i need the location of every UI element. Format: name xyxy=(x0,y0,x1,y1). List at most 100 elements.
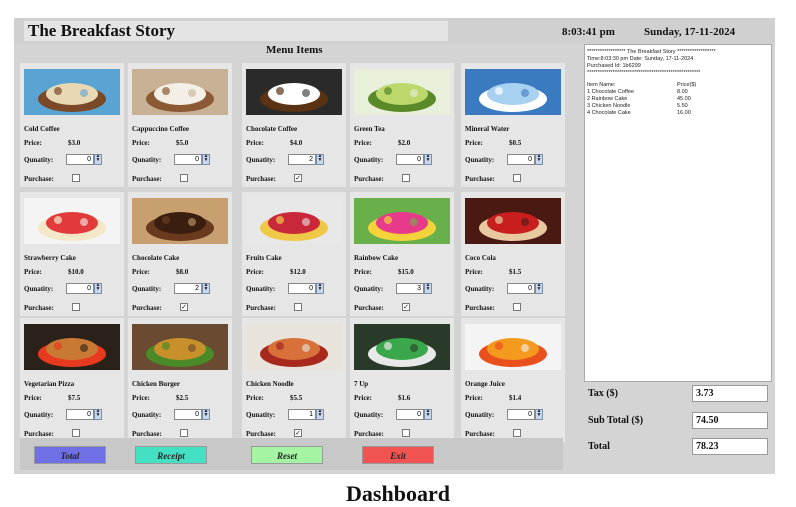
item-name: Coco Cola xyxy=(465,254,496,262)
quantity-stepper[interactable]: ▲ ▼ xyxy=(94,154,102,165)
quantity-stepper[interactable]: ▲ ▼ xyxy=(202,154,210,165)
menu-item-card: Mineral Water Price: $0.5 Qunatity: 0 ▲ ▼… xyxy=(461,63,565,187)
purchase-checkbox[interactable] xyxy=(180,174,188,182)
purchase-checkbox[interactable] xyxy=(402,429,410,437)
purchase-checkbox[interactable] xyxy=(513,303,521,311)
quantity-stepper[interactable]: ▲ ▼ xyxy=(316,154,324,165)
chevron-down-icon[interactable]: ▼ xyxy=(204,413,209,418)
chevron-down-icon[interactable]: ▼ xyxy=(204,158,209,163)
quantity-input[interactable]: 0 xyxy=(507,154,535,165)
menu-item-card: 7 Up Price: $1.6 Qunatity: 0 ▲ ▼ Purchase… xyxy=(350,318,454,442)
chevron-down-icon[interactable]: ▼ xyxy=(96,413,101,418)
quantity-input[interactable]: 0 xyxy=(396,409,424,420)
food-photo xyxy=(465,324,561,370)
quantity-stepper[interactable]: ▲ ▼ xyxy=(535,409,543,420)
food-photo xyxy=(465,198,561,244)
caption: Dashboard xyxy=(346,481,450,506)
reset-button[interactable]: Reset xyxy=(251,446,323,464)
purchase-label: Purchase: xyxy=(465,430,495,438)
quantity-input[interactable]: 2 xyxy=(174,283,202,294)
purchase-checkbox[interactable] xyxy=(402,174,410,182)
purchase-checkbox[interactable]: ✓ xyxy=(294,429,302,437)
purchase-checkbox[interactable] xyxy=(72,174,80,182)
menu-item-card: Cold Coffee Price: $3.0 Qunatity: 0 ▲ ▼ P… xyxy=(20,63,124,187)
quantity-stepper[interactable]: ▲ ▼ xyxy=(424,283,432,294)
quantity-input[interactable]: 0 xyxy=(66,283,94,294)
quantity-label: Qunatity: xyxy=(354,156,384,164)
item-price: $10.0 xyxy=(68,268,84,276)
chevron-down-icon[interactable]: ▼ xyxy=(537,158,542,163)
food-photo xyxy=(354,69,450,115)
chevron-down-icon[interactable]: ▼ xyxy=(537,413,542,418)
menu-item-card: Vegetarian Pizza Price: $7.5 Qunatity: 0… xyxy=(20,318,124,442)
quantity-input[interactable]: 0 xyxy=(174,154,202,165)
receipt-button[interactable]: Receipt xyxy=(135,446,207,464)
quantity-input[interactable]: 1 xyxy=(288,409,316,420)
purchase-checkbox[interactable]: ✓ xyxy=(180,303,188,311)
receipt-header: ****************** The Breakfast Story *… xyxy=(587,49,716,55)
purchase-checkbox[interactable] xyxy=(72,303,80,311)
quantity-label: Qunatity: xyxy=(24,411,54,419)
purchase-label: Purchase: xyxy=(24,175,54,183)
purchase-label: Purchase: xyxy=(354,430,384,438)
quantity-stepper[interactable]: ▲ ▼ xyxy=(424,409,432,420)
item-name: Chicken Burger xyxy=(132,380,181,388)
quantity-label: Qunatity: xyxy=(354,411,384,419)
quantity-input[interactable]: 0 xyxy=(507,283,535,294)
chevron-down-icon[interactable]: ▼ xyxy=(537,287,542,292)
subtotal-field[interactable]: 74.50 xyxy=(692,412,768,429)
chevron-down-icon[interactable]: ▼ xyxy=(426,158,431,163)
purchase-label: Purchase: xyxy=(132,175,162,183)
price-label: Price: xyxy=(132,139,150,147)
item-price: $0.5 xyxy=(509,139,522,147)
chevron-down-icon[interactable]: ▼ xyxy=(96,158,101,163)
chevron-down-icon[interactable]: ▼ xyxy=(318,158,323,163)
total-field[interactable]: 78.23 xyxy=(692,438,768,455)
quantity-input[interactable]: 2 xyxy=(288,154,316,165)
chevron-down-icon[interactable]: ▼ xyxy=(318,413,323,418)
exit-button[interactable]: Exit xyxy=(362,446,434,464)
chevron-down-icon[interactable]: ▼ xyxy=(96,287,101,292)
receipt-item-price: 16.00 xyxy=(677,110,691,116)
chevron-down-icon[interactable]: ▼ xyxy=(318,287,323,292)
total-button[interactable]: Total xyxy=(34,446,106,464)
quantity-stepper[interactable]: ▲ ▼ xyxy=(94,283,102,294)
chevron-down-icon[interactable]: ▼ xyxy=(204,287,209,292)
quantity-stepper[interactable]: ▲ ▼ xyxy=(316,409,324,420)
purchase-checkbox[interactable] xyxy=(513,429,521,437)
quantity-input[interactable]: 0 xyxy=(288,283,316,294)
quantity-stepper[interactable]: ▲ ▼ xyxy=(424,154,432,165)
quantity-stepper[interactable]: ▲ ▼ xyxy=(94,409,102,420)
quantity-input[interactable]: 0 xyxy=(66,409,94,420)
receipt-panel[interactable]: ****************** The Breakfast Story *… xyxy=(584,44,772,382)
food-photo xyxy=(465,69,561,115)
purchase-checkbox[interactable] xyxy=(180,429,188,437)
purchase-checkbox[interactable] xyxy=(513,174,521,182)
quantity-input[interactable]: 0 xyxy=(507,409,535,420)
quantity-stepper[interactable]: ▲ ▼ xyxy=(316,283,324,294)
tax-field[interactable]: 3.73 xyxy=(692,385,768,402)
food-photo xyxy=(24,324,120,370)
quantity-input[interactable]: 0 xyxy=(396,154,424,165)
quantity-input[interactable]: 3 xyxy=(396,283,424,294)
title-bar: The Breakfast Story 8:03:41 pm Sunday, 1… xyxy=(14,18,775,44)
purchase-checkbox[interactable]: ✓ xyxy=(402,303,410,311)
purchase-checkbox[interactable] xyxy=(294,303,302,311)
menu-item-card: Green Tea Price: $2.0 Qunatity: 0 ▲ ▼ Pur… xyxy=(350,63,454,187)
quantity-stepper[interactable]: ▲ ▼ xyxy=(202,409,210,420)
chevron-down-icon[interactable]: ▼ xyxy=(426,413,431,418)
quantity-stepper[interactable]: ▲ ▼ xyxy=(202,283,210,294)
item-name: Chocolate Coffee xyxy=(246,125,298,133)
purchase-label: Purchase: xyxy=(354,304,384,312)
chevron-down-icon[interactable]: ▼ xyxy=(426,287,431,292)
button-bar: Total Receipt Reset Exit xyxy=(20,438,563,470)
food-photo xyxy=(132,198,228,244)
purchase-checkbox[interactable]: ✓ xyxy=(294,174,302,182)
purchase-checkbox[interactable] xyxy=(72,429,80,437)
quantity-stepper[interactable]: ▲ ▼ xyxy=(535,283,543,294)
quantity-input[interactable]: 0 xyxy=(174,409,202,420)
quantity-input[interactable]: 0 xyxy=(66,154,94,165)
menu-item-card: Strawberry Cake Price: $10.0 Qunatity: 0… xyxy=(20,192,124,316)
quantity-stepper[interactable]: ▲ ▼ xyxy=(535,154,543,165)
price-label: Price: xyxy=(246,268,264,276)
